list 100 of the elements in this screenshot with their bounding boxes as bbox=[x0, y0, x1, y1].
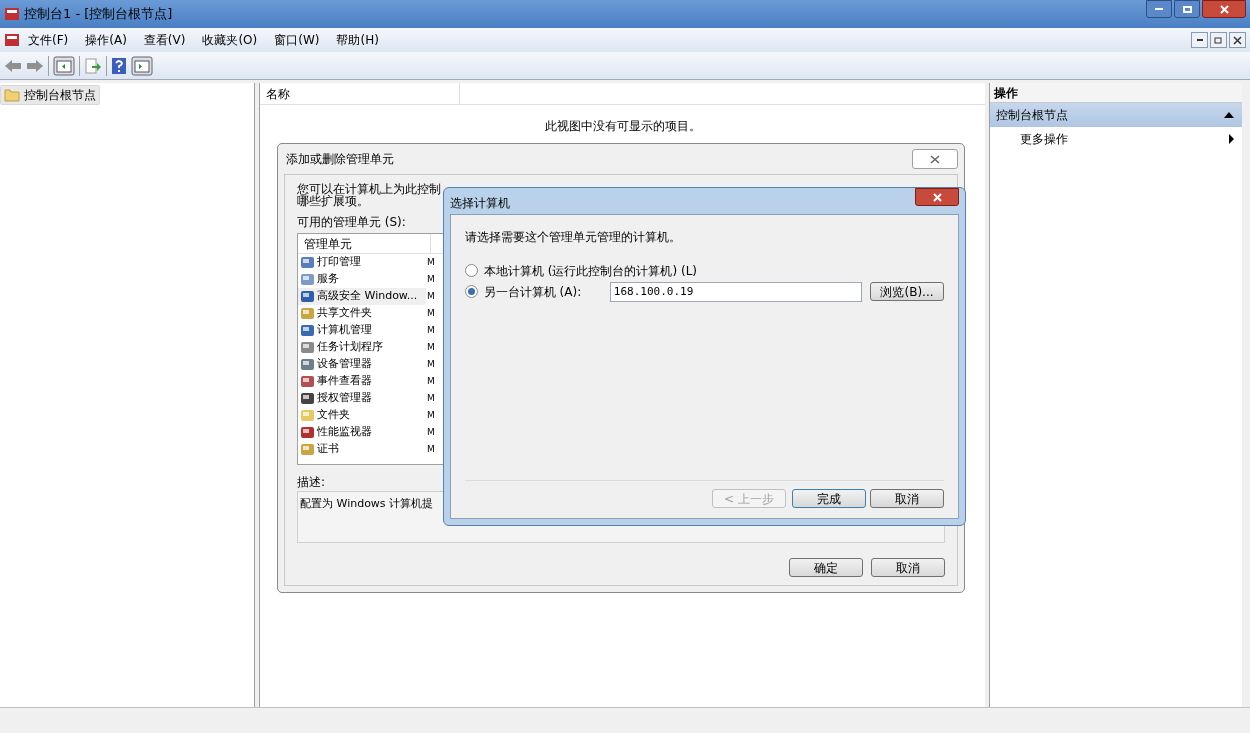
section-title: 控制台根节点 bbox=[996, 107, 1068, 124]
snapin-name: 证书 bbox=[317, 441, 339, 458]
snapin-name: 文件夹 bbox=[317, 407, 350, 424]
snapin-name: 计算机管理 bbox=[317, 322, 372, 339]
radio-button[interactable] bbox=[465, 285, 478, 298]
collapse-icon bbox=[1224, 112, 1234, 118]
maximize-button[interactable] bbox=[1174, 0, 1200, 18]
description-text: 配置为 Windows 计算机提 bbox=[300, 497, 434, 510]
vendor-cell-text: M bbox=[427, 442, 435, 456]
action-item[interactable]: 更多操作 bbox=[1020, 130, 1068, 148]
snapin-row[interactable]: 文件夹 bbox=[298, 407, 426, 424]
dialog-button[interactable]: 确定 bbox=[789, 558, 863, 577]
folder-icon bbox=[4, 88, 20, 102]
menu-item[interactable]: 收藏夹(O) bbox=[202, 31, 258, 49]
minimize-button[interactable] bbox=[1191, 32, 1208, 48]
vendor-cell-text: M bbox=[427, 255, 435, 269]
snapin-row[interactable]: 授权管理器 bbox=[298, 390, 426, 407]
snapin-name: 性能监视器 bbox=[317, 424, 372, 441]
dialog-title: 添加或删除管理单元 bbox=[286, 151, 394, 168]
snapin-name: 授权管理器 bbox=[317, 390, 372, 407]
snapin-row[interactable]: 任务计划程序 bbox=[298, 339, 426, 356]
action-pane-icon[interactable] bbox=[131, 55, 153, 76]
menu-item[interactable]: 窗口(W) bbox=[274, 31, 320, 49]
console-tree-icon[interactable] bbox=[53, 55, 75, 76]
radio-label: 另一台计算机 (A): bbox=[483, 283, 583, 301]
vendor-cell-text: M bbox=[427, 425, 435, 439]
close-button[interactable] bbox=[915, 188, 959, 206]
export-list-icon[interactable] bbox=[84, 56, 102, 75]
description-label: 描述: bbox=[297, 474, 327, 491]
available-label: 可用的管理单元 (S): bbox=[297, 214, 407, 231]
snapin-icon bbox=[300, 374, 315, 389]
column-header[interactable]: 名称 bbox=[260, 83, 460, 104]
minimize-button[interactable] bbox=[1146, 0, 1172, 18]
tree-item[interactable]: 控制台根节点 bbox=[0, 85, 100, 105]
vendor-cell-text: M bbox=[427, 340, 435, 354]
snapin-row[interactable]: 服务 bbox=[298, 271, 426, 288]
back-icon[interactable] bbox=[4, 57, 22, 74]
restore-icon bbox=[1214, 35, 1223, 45]
snapin-icon bbox=[300, 306, 315, 321]
console-icon bbox=[4, 6, 20, 22]
snapin-icon bbox=[300, 323, 315, 338]
menu-item[interactable]: 帮助(H) bbox=[336, 31, 379, 49]
forward-icon[interactable] bbox=[26, 57, 44, 74]
snapin-icon bbox=[300, 340, 315, 355]
dialog-button[interactable]: 浏览(B)... bbox=[870, 282, 944, 301]
snapin-icon bbox=[300, 357, 315, 372]
snapin-icon bbox=[300, 425, 315, 440]
menu-item[interactable]: 操作(A) bbox=[85, 31, 127, 49]
snapin-row[interactable]: 打印管理 bbox=[298, 254, 426, 271]
menu-item[interactable]: 查看(V) bbox=[143, 31, 186, 49]
vendor-cell-text: M bbox=[427, 289, 435, 303]
minimize-icon bbox=[1196, 39, 1203, 41]
snapin-name: 打印管理 bbox=[317, 254, 361, 271]
dialog-button[interactable]: 取消 bbox=[870, 489, 944, 508]
dialog-button[interactable]: 取消 bbox=[871, 558, 945, 577]
actions-header: 操作 bbox=[990, 83, 1242, 103]
snapin-name: 设备管理器 bbox=[317, 356, 372, 373]
close-button[interactable] bbox=[1229, 32, 1246, 48]
tree-item-label: 控制台根节点 bbox=[24, 87, 96, 104]
submenu-arrow-icon bbox=[1229, 134, 1234, 144]
snapin-name: 服务 bbox=[317, 271, 339, 288]
radio-label: 本地计算机 (运行此控制台的计算机) (L) bbox=[484, 262, 698, 280]
snapin-name: 高级安全 Window... bbox=[317, 288, 418, 305]
snapin-name: 共享文件夹 bbox=[317, 305, 372, 322]
radio-button[interactable] bbox=[465, 264, 478, 277]
menu-item[interactable]: 文件(F) bbox=[28, 31, 69, 49]
snapin-row[interactable]: 设备管理器 bbox=[298, 356, 426, 373]
close-icon bbox=[932, 192, 942, 202]
snapin-row[interactable]: 高级安全 Window... bbox=[298, 288, 426, 305]
snapin-row[interactable]: 事件查看器 bbox=[298, 373, 426, 390]
vendor-cell-text: M bbox=[427, 272, 435, 286]
close-icon bbox=[1233, 35, 1242, 45]
snapin-row[interactable]: 证书 bbox=[298, 441, 426, 458]
close-icon bbox=[930, 154, 940, 164]
help-icon[interactable] bbox=[111, 56, 127, 75]
vendor-cell-text: M bbox=[427, 323, 435, 337]
maximize-icon bbox=[1182, 5, 1192, 13]
actions-section[interactable]: 控制台根节点 bbox=[990, 103, 1242, 127]
snapin-icon bbox=[300, 289, 315, 304]
column-header[interactable]: 管理单元 bbox=[298, 234, 431, 253]
snapin-name: 事件查看器 bbox=[317, 373, 372, 390]
close-button[interactable] bbox=[1202, 0, 1246, 18]
computer-name-field[interactable]: 168.100.0.19 bbox=[609, 281, 862, 302]
vendor-cell-text: M bbox=[427, 306, 435, 320]
snapin-icon bbox=[300, 408, 315, 423]
intro-text: 哪些扩展项。 bbox=[297, 195, 369, 207]
vendor-cell-text: M bbox=[427, 357, 435, 371]
snapin-icon bbox=[300, 272, 315, 287]
snapin-row[interactable]: 共享文件夹 bbox=[298, 305, 426, 322]
intro-text: 您可以在计算机上为此控制 bbox=[297, 183, 441, 195]
snapin-icon bbox=[300, 442, 315, 457]
dialog-button[interactable]: 完成 bbox=[792, 489, 866, 508]
vendor-cell-text: M bbox=[427, 374, 435, 388]
prompt-text: 请选择需要这个管理单元管理的计算机。 bbox=[465, 229, 682, 246]
snapin-icon bbox=[300, 391, 315, 406]
snapin-row[interactable]: 计算机管理 bbox=[298, 322, 426, 339]
close-icon bbox=[1219, 4, 1229, 14]
empty-message: 此视图中没有可显示的项目。 bbox=[543, 118, 702, 135]
snapin-row[interactable]: 性能监视器 bbox=[298, 424, 426, 441]
console-icon bbox=[4, 32, 20, 48]
